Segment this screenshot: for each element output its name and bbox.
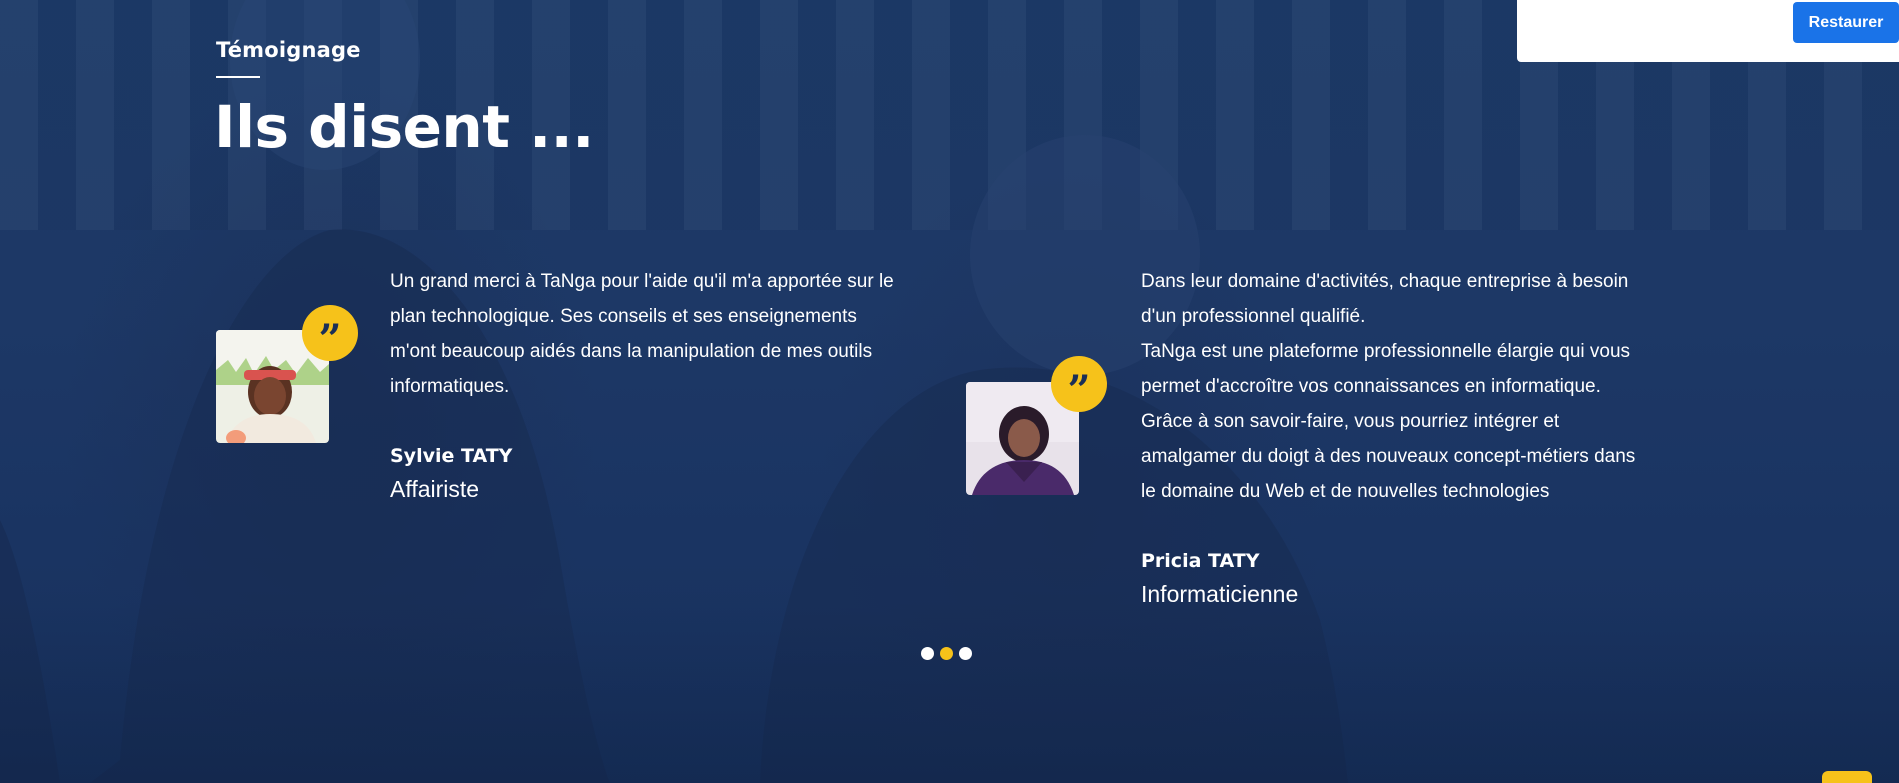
scroll-top-button[interactable] bbox=[1822, 771, 1872, 783]
testimonial-line: TaNga est une plateforme professionnelle… bbox=[1141, 341, 1631, 362]
testimonial-line: plan technologique. Ses conseils et ses … bbox=[390, 306, 857, 327]
testimonial-line: amalgamer du doigt à des nouveaux concep… bbox=[1141, 446, 1636, 467]
background-floor bbox=[0, 600, 1899, 783]
testimonial-line: Un grand merci à TaNga pour l'aide qu'il… bbox=[390, 271, 894, 292]
restore-button[interactable]: Restaurer bbox=[1793, 2, 1899, 43]
testimonial-line: Dans leur domaine d'activités, chaque en… bbox=[1141, 271, 1629, 292]
quote-glyph: ” bbox=[1067, 367, 1091, 414]
testimonial-line: m'ont beaucoup aidés dans la manipulatio… bbox=[390, 341, 873, 362]
carousel-dot-2[interactable] bbox=[940, 647, 953, 660]
quote-icon: ” bbox=[1051, 356, 1107, 412]
quote-icon: ” bbox=[302, 305, 358, 361]
testimonial-line: le domaine du Web et de nouvelles techno… bbox=[1141, 481, 1550, 502]
author-role: Affairiste bbox=[390, 476, 480, 502]
carousel-dot-3[interactable] bbox=[959, 647, 972, 660]
carousel-dots bbox=[921, 647, 972, 660]
testimonial-text: Dans leur domaine d'activités, chaque en… bbox=[1141, 264, 1701, 509]
author-name: Sylvie TATY bbox=[390, 445, 513, 467]
author-role: Informaticienne bbox=[1141, 581, 1299, 607]
testimonial-line: d'un professionnel qualifié. bbox=[1141, 306, 1366, 327]
carousel-dot-1[interactable] bbox=[921, 647, 934, 660]
testimonial-text: Un grand merci à TaNga pour l'aide qu'il… bbox=[390, 264, 950, 404]
testimonial-line: Grâce à son savoir-faire, vous pourriez … bbox=[1141, 411, 1560, 432]
testimonial-line: informatiques. bbox=[390, 376, 510, 397]
section-eyebrow: Témoignage bbox=[216, 38, 361, 62]
author-name: Pricia TATY bbox=[1141, 550, 1260, 572]
testimonial-section: Témoignage Ils disent ... ” Un grand mer… bbox=[0, 0, 1899, 783]
testimonial-line: permet d'accroître vos connaissances en … bbox=[1141, 376, 1601, 397]
quote-glyph: ” bbox=[318, 316, 342, 363]
eyebrow-divider bbox=[216, 76, 260, 78]
section-heading: Ils disent ... bbox=[214, 93, 594, 161]
